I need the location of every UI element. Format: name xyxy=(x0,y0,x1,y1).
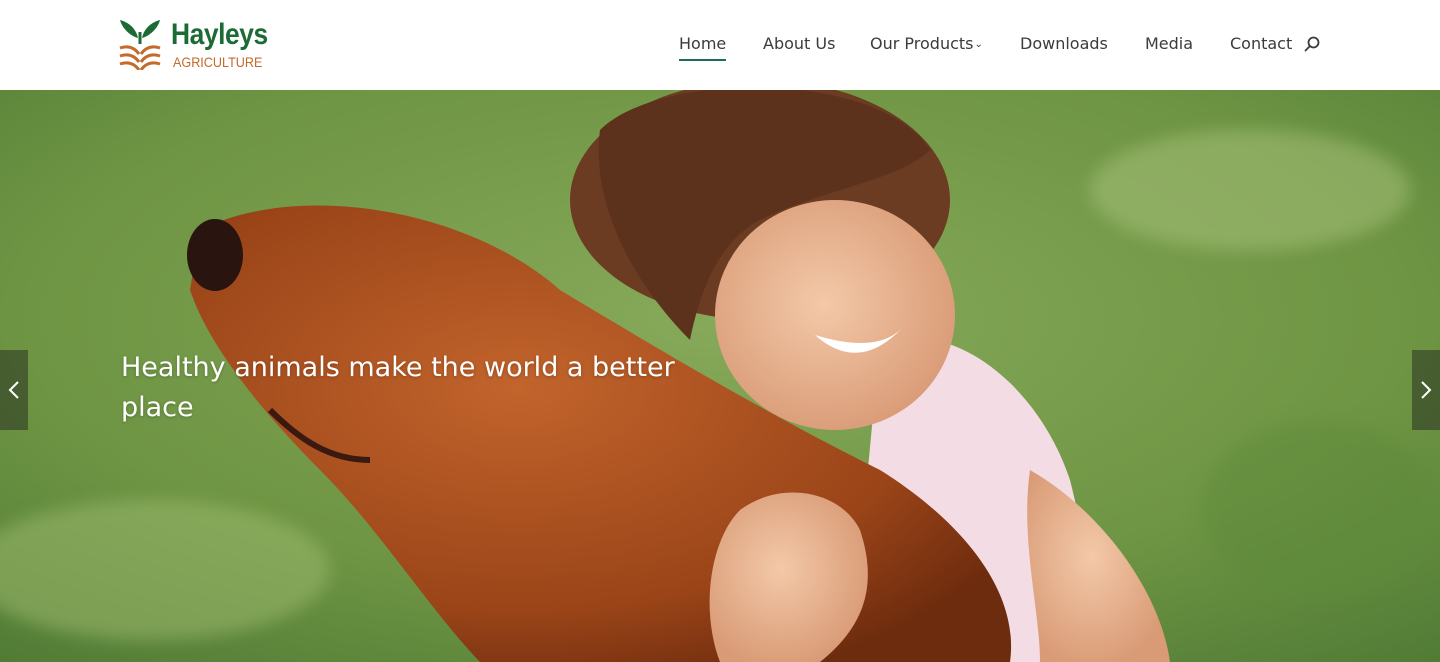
nav-item-contact[interactable]: Contact xyxy=(1230,33,1292,55)
nav-item-label: Our Products xyxy=(870,34,974,53)
nav-item-media[interactable]: Media xyxy=(1145,33,1193,55)
chevron-down-icon: ⌄ xyxy=(974,39,983,50)
slider-prev-button[interactable] xyxy=(0,350,28,430)
hero-slider: Healthy animals make the world a better … xyxy=(0,90,1440,662)
search-icon[interactable] xyxy=(1304,36,1320,52)
slider-next-button[interactable] xyxy=(1412,350,1440,430)
nav-item-about-us[interactable]: About Us xyxy=(763,33,835,55)
site-header: Hayleys AGRICULTURE Home About Us Our Pr… xyxy=(0,0,1440,90)
main-nav: Home About Us Our Products⌄ Downloads Me… xyxy=(0,0,1440,90)
nav-item-home[interactable]: Home xyxy=(679,33,727,61)
hero-caption: Healthy animals make the world a better … xyxy=(121,352,675,423)
chevron-left-icon xyxy=(8,381,19,399)
chevron-right-icon xyxy=(1421,381,1432,399)
nav-item-our-products[interactable]: Our Products⌄ xyxy=(870,33,983,55)
nav-item-downloads[interactable]: Downloads xyxy=(1020,33,1108,55)
